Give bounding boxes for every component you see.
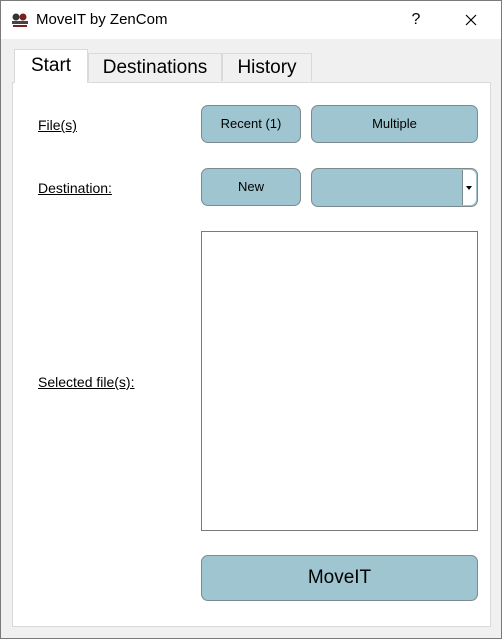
close-icon (465, 14, 477, 26)
files-label: File(s) (38, 117, 77, 133)
tab-history[interactable]: History (222, 53, 312, 81)
window-title: MoveIT by ZenCom (36, 11, 168, 28)
new-destination-button[interactable]: New (201, 168, 301, 206)
help-button[interactable]: ? (403, 5, 429, 35)
dropdown-arrow[interactable] (462, 170, 476, 205)
tab-start[interactable]: Start (14, 49, 88, 83)
multiple-button[interactable]: Multiple (311, 105, 478, 143)
destination-select[interactable] (311, 168, 478, 207)
selected-files-list[interactable] (201, 231, 478, 531)
title-bar[interactable]: MoveIT by ZenCom ? (1, 1, 501, 39)
close-button[interactable] (456, 5, 486, 35)
moveit-app-icon (12, 13, 28, 27)
recent-button[interactable]: Recent (1) (201, 105, 301, 143)
tab-destinations[interactable]: Destinations (88, 53, 222, 81)
app-window: MoveIT by ZenCom ? Start Destinations Hi… (0, 0, 502, 639)
selected-files-label: Selected file(s): (38, 374, 135, 390)
moveit-button[interactable]: MoveIT (201, 555, 478, 601)
chevron-down-icon (466, 186, 472, 190)
destination-label: Destination: (38, 180, 112, 196)
